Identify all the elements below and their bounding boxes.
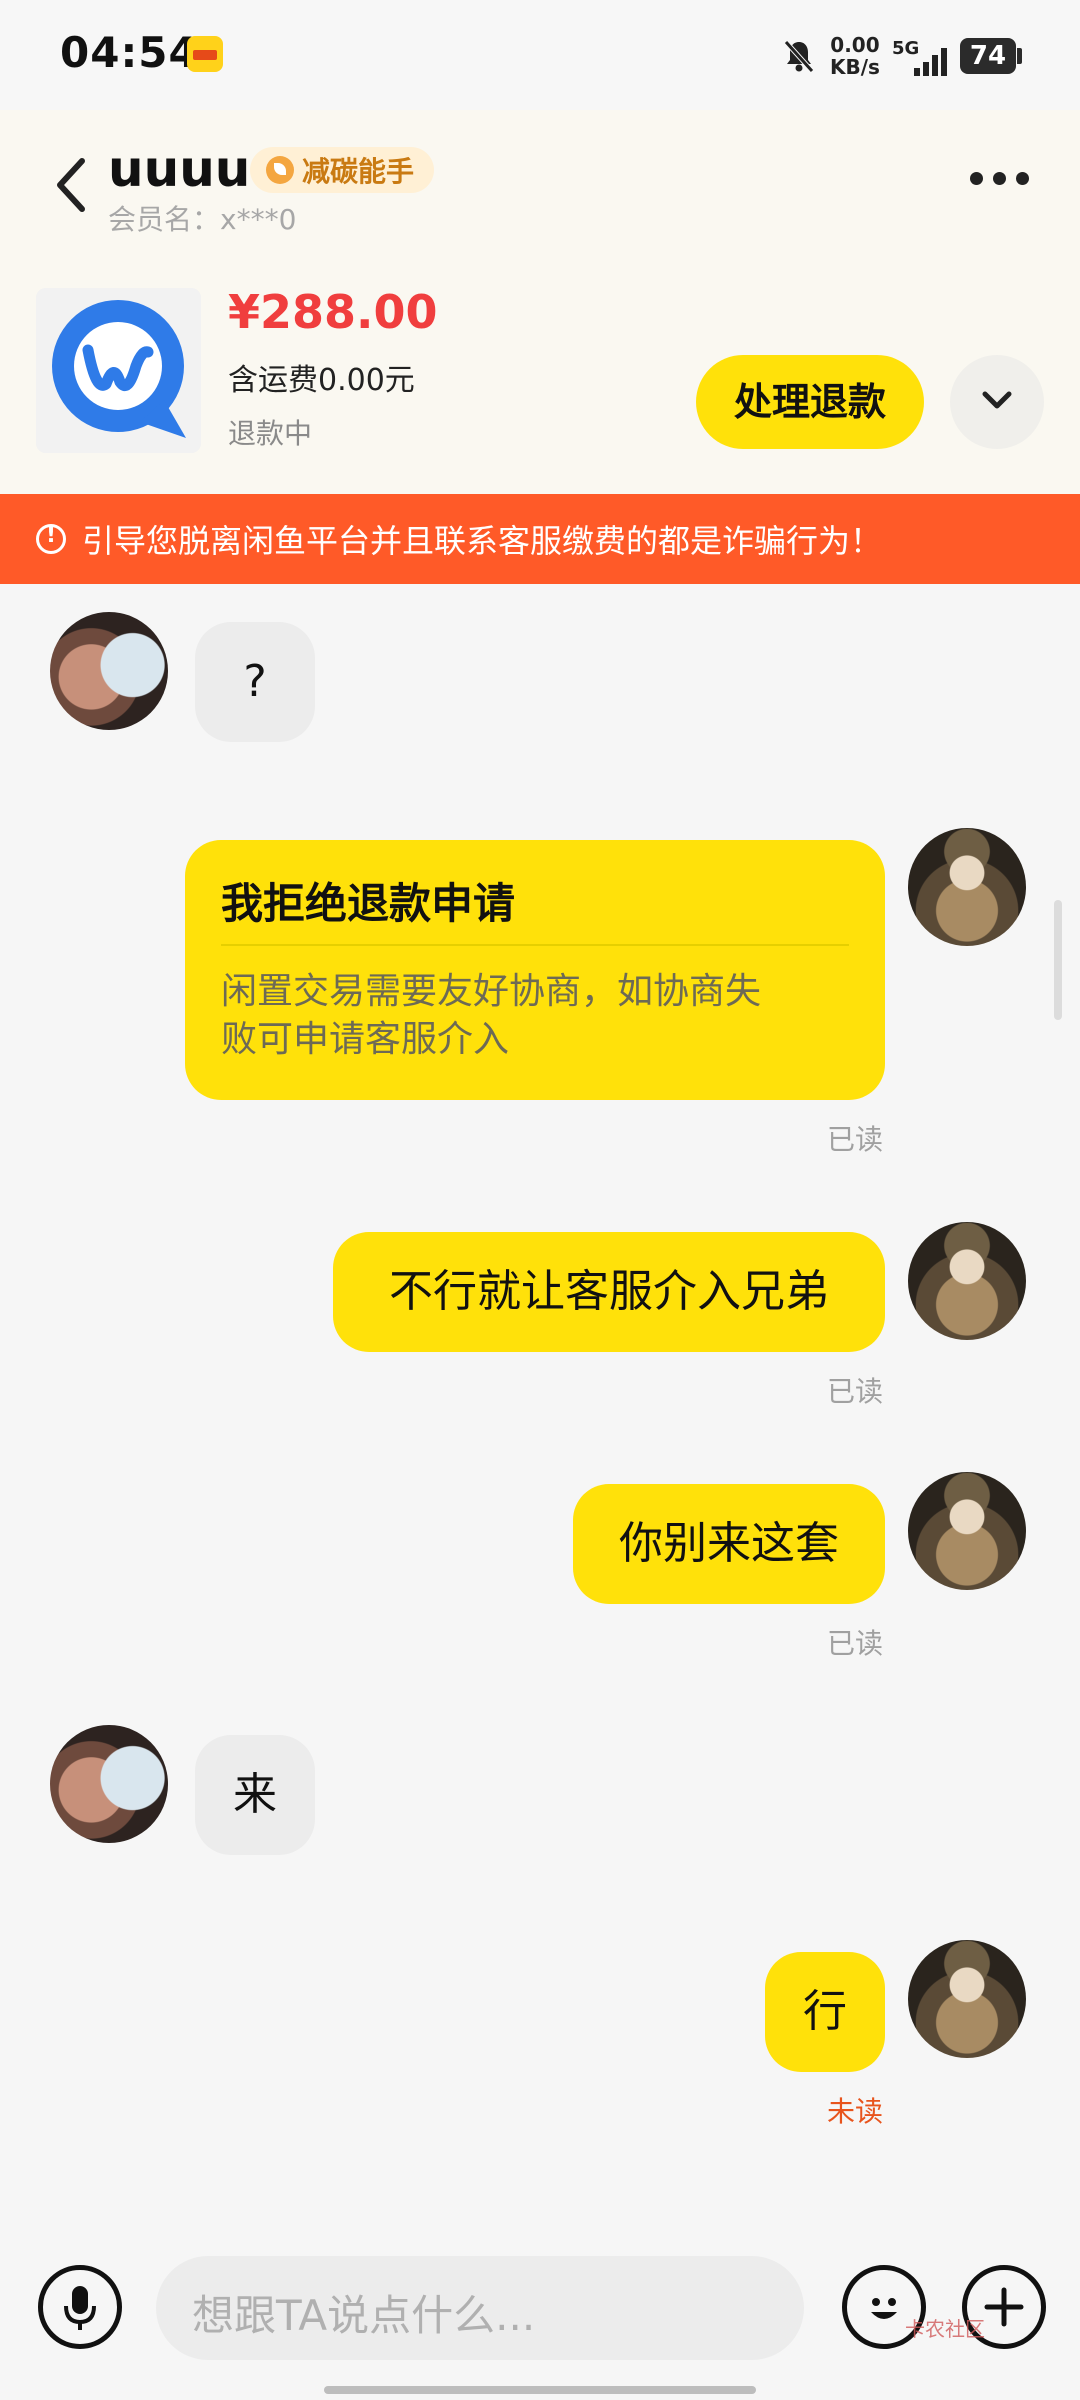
message-bubble[interactable]: 你别来这套 [573, 1484, 885, 1604]
back-arrow-icon[interactable] [48, 155, 98, 215]
voice-input-button[interactable] [38, 2265, 122, 2349]
product-logo-icon [36, 288, 201, 453]
fraud-warning-banner: 引导您脱离闲鱼平台并且联系客服缴费的都是诈骗行为！ [0, 494, 1080, 584]
mute-bell-icon [784, 40, 814, 73]
leaf-icon [266, 156, 294, 184]
message-text: 不行就让客服介入兄弟 [389, 1266, 829, 1317]
chat-scrollbar[interactable] [1054, 900, 1062, 1020]
card-divider [221, 944, 849, 946]
message-text: 来 [233, 1769, 277, 1820]
card-title: 我拒绝退款申请 [221, 879, 516, 928]
unread-status: 未读 [827, 2095, 884, 2128]
more-options-button[interactable] [970, 172, 1034, 196]
message-bubble[interactable]: 不行就让客服介入兄弟 [333, 1232, 885, 1352]
warning-text: 引导您脱离闲鱼平台并且联系客服缴费的都是诈骗行为！ [82, 522, 883, 560]
message-text: 行 [803, 1986, 847, 2037]
more-dot-icon [970, 172, 983, 185]
product-price: ¥288.00 [228, 285, 438, 339]
my-avatar[interactable] [908, 828, 1026, 946]
expand-button[interactable] [950, 355, 1044, 449]
net-speed-value: 0.00 [830, 33, 880, 57]
more-dot-icon [1016, 172, 1029, 185]
message-text: 你别来这套 [619, 1518, 839, 1569]
contact-avatar[interactable] [50, 1725, 168, 1843]
read-status: 已读 [827, 1123, 884, 1156]
my-avatar[interactable] [908, 1222, 1026, 1340]
carbon-badge-label: 减碳能手 [302, 155, 415, 188]
watermark: 卡农社区 [905, 2317, 985, 2341]
message-bubble[interactable]: ? [195, 622, 315, 742]
refund-reject-card[interactable]: 我拒绝退款申请 闲置交易需要友好协商，如协商失 败可申请客服介入 [185, 840, 885, 1100]
shipping-info: 含运费0.00元 [228, 363, 415, 398]
signal-icon [914, 48, 947, 76]
card-body-line: 闲置交易需要友好协商，如协商失 [221, 971, 762, 1012]
read-status: 已读 [827, 1375, 884, 1408]
network-speed: 0.00 KB/s [830, 34, 880, 78]
smiley-icon [871, 2298, 897, 2319]
microphone-icon [64, 2286, 96, 2330]
warning-icon [36, 523, 66, 554]
member-name: 会员名：x***0 [108, 203, 297, 236]
more-dot-icon [993, 172, 1006, 185]
battery-icon [1017, 48, 1022, 64]
card-body: 闲置交易需要友好协商，如协商失 败可申请客服介入 [221, 968, 861, 1064]
carbon-badge[interactable]: 减碳能手 [250, 147, 435, 193]
message-bubble[interactable]: 来 [195, 1735, 315, 1855]
input-placeholder: 想跟TA说点什么... [192, 2291, 536, 2340]
status-time: 04:54 [60, 28, 199, 77]
home-indicator[interactable] [324, 2386, 756, 2394]
chevron-down-icon [982, 391, 1012, 409]
my-avatar[interactable] [908, 1940, 1026, 2058]
contact-name: uuuu [108, 140, 251, 198]
battery-level: 74 [960, 38, 1016, 74]
card-body-line: 败可申请客服介入 [221, 1019, 510, 1060]
read-status: 已读 [827, 1627, 884, 1660]
message-text: ? [243, 656, 267, 707]
plus-icon [984, 2287, 1024, 2327]
contact-avatar[interactable] [50, 612, 168, 730]
my-avatar[interactable] [908, 1472, 1026, 1590]
order-status: 退款中 [228, 417, 313, 450]
net-speed-unit: KB/s [830, 55, 880, 79]
product-thumbnail[interactable] [36, 288, 201, 453]
app-notification-icon [187, 36, 223, 72]
message-bubble[interactable]: 行 [765, 1952, 885, 2072]
handle-refund-button[interactable]: 处理退款 [696, 355, 924, 449]
